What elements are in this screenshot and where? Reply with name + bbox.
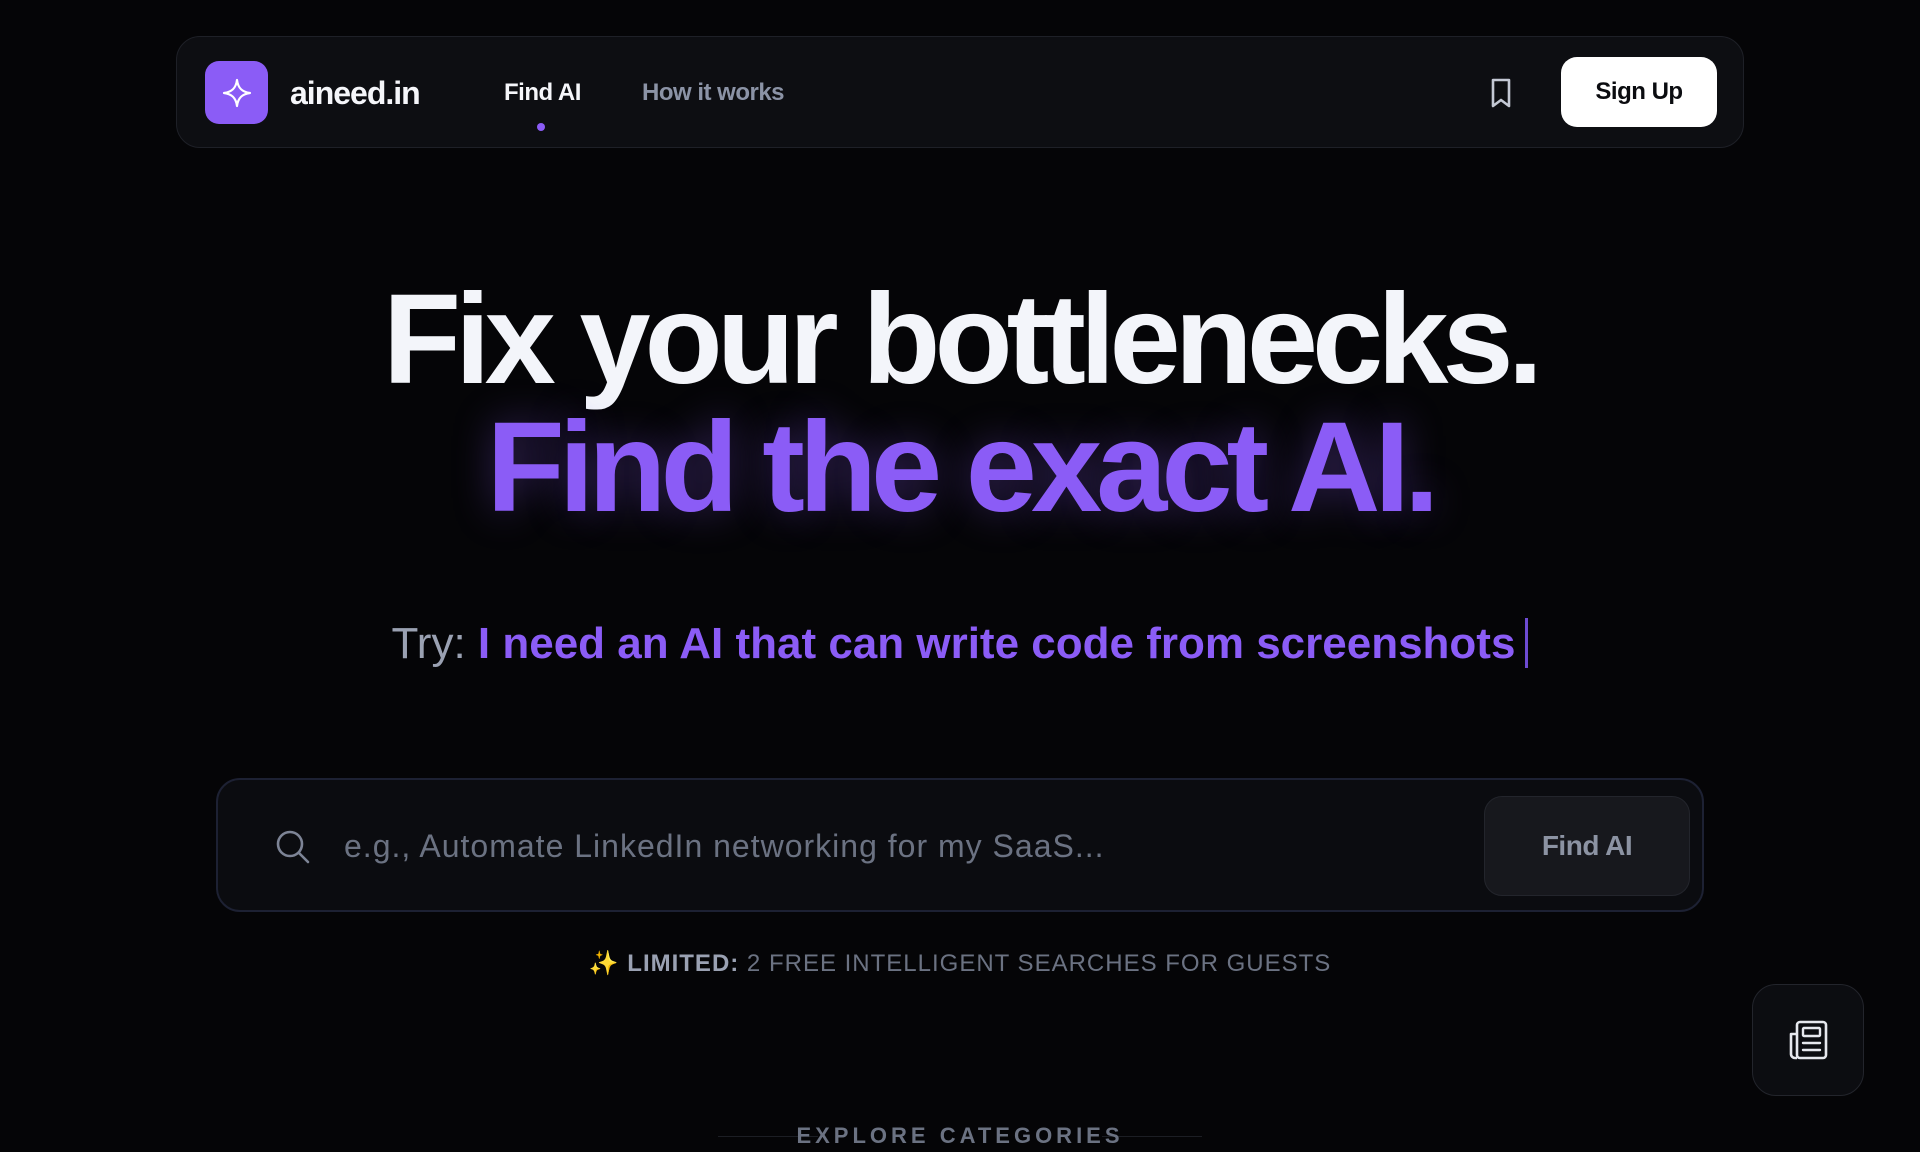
search-input[interactable] [344, 816, 1394, 876]
typing-caret [1525, 618, 1529, 668]
search-icon [274, 828, 312, 866]
limited-detail: 2 FREE INTELLIGENT SEARCHES FOR GUESTS [739, 950, 1332, 977]
newspaper-icon[interactable] [1752, 984, 1864, 1096]
try-label: Try: [391, 619, 478, 668]
search-bar: Find AI [216, 778, 1704, 912]
hero-headline-line2: Find the exact AI. [486, 396, 1440, 539]
sign-up-button[interactable]: Sign Up [1561, 57, 1717, 127]
sparkles-icon: ✨ [588, 950, 620, 977]
try-example-row: Try: I need an AI that can write code fr… [0, 616, 1920, 672]
limited-label: LIMITED: [627, 950, 740, 977]
brand-name[interactable]: aineed.in [290, 73, 421, 113]
bookmark-icon[interactable] [1483, 75, 1519, 111]
explore-categories-label: EXPLORE CATEGORIES [796, 1123, 1124, 1148]
guest-limit-notice: ✨ LIMITED: 2 FREE INTELLIGENT SEARCHES F… [0, 948, 1920, 980]
logo-sparkle-icon[interactable] [205, 61, 268, 124]
typing-example-text[interactable]: I need an AI that can write code from sc… [478, 619, 1516, 668]
hero-headline-line1: Fix your bottlenecks. [382, 268, 1543, 411]
active-nav-indicator [537, 123, 545, 131]
nav-link-find-ai[interactable]: Find AI [504, 77, 581, 109]
find-ai-button[interactable]: Find AI [1484, 796, 1690, 896]
nav-link-how-it-works[interactable]: How it works [642, 77, 785, 109]
explore-categories-heading: EXPLORE CATEGORIES [0, 1120, 1920, 1152]
top-navbar: aineed.in Find AI How it works Sign Up [176, 36, 1744, 148]
